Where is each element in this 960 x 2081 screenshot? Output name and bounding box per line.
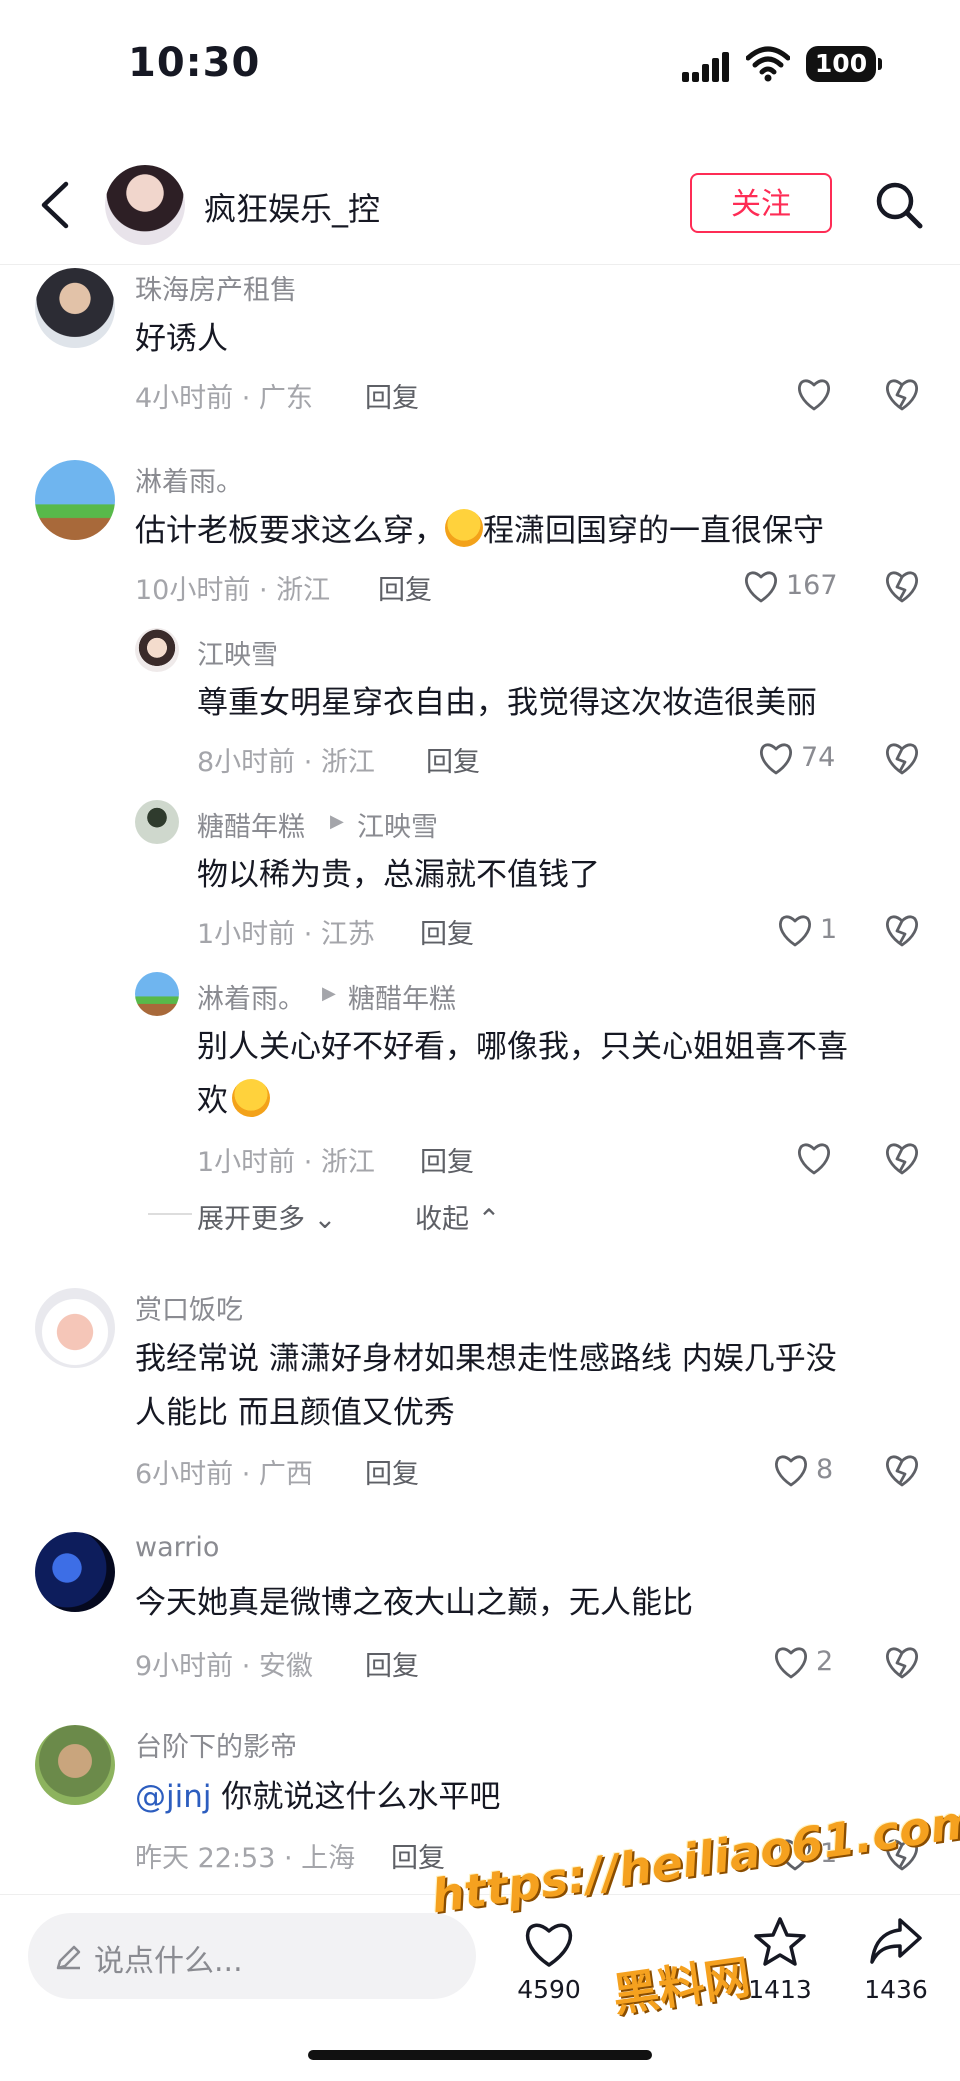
avatar[interactable]: [35, 1532, 115, 1612]
chevron-up-icon: ⌃: [477, 1204, 501, 1235]
comment-text-part: 程潇回国穿的一直很保守: [483, 513, 824, 549]
expand-more-label: 展开更多: [197, 1204, 305, 1235]
share-total: 1436: [864, 1975, 928, 2004]
dislike-icon[interactable]: [883, 376, 921, 412]
like-icon[interactable]: [795, 1140, 833, 1176]
comment-text-part: 你就说这什么水平吧: [211, 1779, 501, 1815]
pencil-icon: [56, 1945, 81, 1970]
comment-text: 我经常说 潇潇好身材如果想走性感路线 内娱几乎没: [135, 1341, 837, 1377]
reply-text: 物以稀为贵，总漏就不值钱了: [197, 857, 600, 893]
avatar[interactable]: [35, 460, 115, 540]
reply-username[interactable]: 江映雪: [197, 633, 278, 672]
mention-link[interactable]: @jinj: [135, 1779, 212, 1815]
dislike-icon[interactable]: [883, 568, 921, 604]
battery-indicator: 100: [806, 46, 882, 82]
like-icon[interactable]: [795, 376, 833, 412]
cellular-signal-icon: [682, 52, 729, 82]
reply-meta: 1小时前 · 江苏: [197, 919, 375, 950]
search-icon[interactable]: [874, 180, 924, 230]
comment-text: 估计老板要求这么穿， 程潇回国穿的一直很保守: [135, 504, 824, 558]
author-name[interactable]: 疯狂娱乐_控: [204, 184, 380, 230]
status-time: 10:30: [128, 40, 261, 86]
thinking-emoji-icon: [232, 1079, 270, 1117]
like-total: 4590: [517, 1975, 581, 2004]
back-icon[interactable]: [38, 180, 72, 230]
reply-button[interactable]: 回复: [420, 1140, 474, 1179]
reply-text: 尊重女明星穿衣自由，我觉得这次妆造很美丽: [197, 685, 817, 721]
reply-text-part: 欢: [197, 1083, 228, 1119]
like-count: 8: [816, 1454, 834, 1485]
like-icon[interactable]: [776, 912, 814, 948]
share-icon[interactable]: [868, 1916, 924, 1968]
watermark-url: https://heiliao61.com: [428, 1793, 960, 1924]
comment-meta: 6小时前 · 广西: [135, 1459, 313, 1490]
comment-username[interactable]: 珠海房产租售: [135, 268, 297, 307]
avatar[interactable]: [135, 628, 179, 672]
home-indicator[interactable]: [308, 2050, 652, 2060]
wifi-icon: [746, 46, 790, 82]
expand-more-button[interactable]: 展开更多 ⌄: [197, 1197, 336, 1236]
comment-text: 好诱人: [135, 321, 228, 357]
collapse-label: 收起: [415, 1204, 469, 1235]
favorite-star-icon[interactable]: [752, 1916, 808, 1968]
chevron-down-icon: ⌄: [313, 1204, 337, 1235]
reply-button[interactable]: 回复: [365, 1452, 419, 1491]
comment-username[interactable]: 赏口饭吃: [135, 1288, 243, 1327]
comment-input-placeholder: 说点什么...: [94, 1944, 243, 1979]
reply-text: 欢: [197, 1074, 270, 1128]
reply-to-arrow-icon: ▶: [330, 811, 344, 832]
like-icon[interactable]: [772, 1452, 810, 1488]
laughing-emoji-icon: [445, 509, 483, 547]
like-icon[interactable]: [521, 1917, 577, 1969]
comment-username[interactable]: warrio: [135, 1532, 219, 1563]
reply-to-arrow-icon: ▶: [322, 983, 336, 1004]
dislike-icon[interactable]: [883, 1644, 921, 1680]
reply-to-username[interactable]: 江映雪: [357, 805, 438, 844]
comment-meta: 9小时前 · 安徽: [135, 1651, 313, 1682]
reply-meta: 1小时前 · 浙江: [197, 1147, 375, 1178]
dislike-icon[interactable]: [883, 912, 921, 948]
reply-text: 别人关心好不好看，哪像我，只关心姐姐喜不喜: [197, 1029, 848, 1065]
comment-meta: 4小时前 · 广东: [135, 383, 313, 414]
follow-button[interactable]: 关注: [690, 173, 832, 233]
reply-meta: 8小时前 · 浙江: [197, 747, 375, 778]
like-icon[interactable]: [772, 1644, 810, 1680]
dislike-icon[interactable]: [883, 740, 921, 776]
like-count: 2: [816, 1646, 834, 1677]
avatar[interactable]: [135, 972, 179, 1016]
avatar[interactable]: [35, 268, 115, 348]
comment-text: 人能比 而且颜值又优秀: [135, 1395, 455, 1431]
like-icon[interactable]: [742, 568, 780, 604]
collapse-button[interactable]: 收起 ⌃: [415, 1197, 500, 1236]
reply-button[interactable]: 回复: [365, 376, 419, 415]
reply-button[interactable]: 回复: [420, 912, 474, 951]
reply-button[interactable]: 回复: [365, 1644, 419, 1683]
author-avatar[interactable]: [105, 165, 185, 245]
like-count: 74: [801, 742, 836, 773]
comment-text-part: 估计老板要求这么穿，: [135, 513, 445, 549]
dislike-icon[interactable]: [883, 1140, 921, 1176]
reply-to-username[interactable]: 糖醋年糕: [348, 977, 456, 1016]
reply-button[interactable]: 回复: [426, 740, 480, 779]
comment-text: 今天她真是微博之夜大山之巅，无人能比: [135, 1585, 693, 1621]
header-divider: [0, 264, 960, 265]
avatar[interactable]: [135, 800, 179, 844]
reply-button[interactable]: 回复: [378, 568, 432, 607]
reply-username[interactable]: 淋着雨。: [197, 977, 305, 1016]
like-count: 1: [820, 914, 838, 945]
dislike-icon[interactable]: [883, 1452, 921, 1488]
watermark-text: 黑料网: [609, 1949, 754, 2023]
avatar[interactable]: [35, 1725, 115, 1805]
thread-divider: [148, 1213, 192, 1215]
like-icon[interactable]: [757, 740, 795, 776]
comment-meta: 10小时前 · 浙江: [135, 575, 331, 606]
comment-username[interactable]: 台阶下的影帝: [135, 1725, 297, 1764]
comment-meta: 昨天 22:53 · 上海: [135, 1843, 356, 1874]
reply-username[interactable]: 糖醋年糕: [197, 805, 305, 844]
avatar[interactable]: [35, 1288, 115, 1368]
comment-username[interactable]: 淋着雨。: [135, 460, 243, 499]
comment-text: @jinj 你就说这什么水平吧: [135, 1770, 500, 1824]
like-count: 167: [786, 570, 838, 601]
